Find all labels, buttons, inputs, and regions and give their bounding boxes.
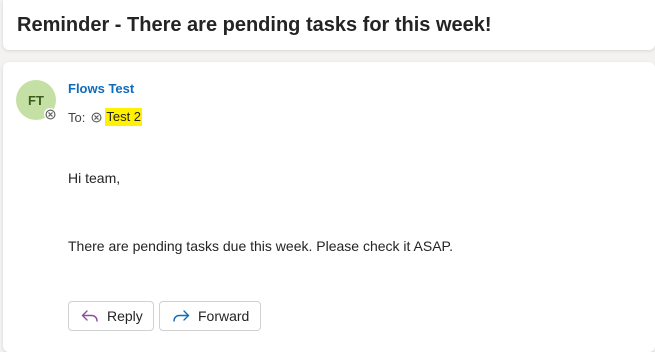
message-card: FT Flows Test To: Test 2 Hi team, There …: [3, 62, 655, 352]
body-text: There are pending tasks due this week. P…: [68, 238, 453, 254]
avatar-initials: FT: [28, 92, 44, 108]
forward-label: Forward: [198, 308, 250, 324]
recipient-status-icon: [91, 111, 103, 123]
to-label: To:: [68, 109, 86, 125]
recipient-chip[interactable]: Test 2: [91, 108, 143, 126]
presence-unknown-icon: [44, 108, 56, 120]
body-greeting: Hi team,: [68, 170, 121, 186]
reply-button[interactable]: Reply: [68, 301, 154, 331]
recipient-name: Test 2: [105, 108, 143, 126]
message-actions: Reply Forward: [68, 301, 261, 331]
reply-label: Reply: [107, 308, 143, 324]
forward-arrow-icon: [172, 309, 190, 323]
sender-name[interactable]: Flows Test: [68, 80, 134, 97]
forward-button[interactable]: Forward: [159, 301, 261, 331]
subject-header: Reminder - There are pending tasks for t…: [3, 0, 655, 50]
reply-arrow-icon: [81, 309, 99, 323]
recipients-line: To: Test 2: [68, 108, 143, 126]
email-subject: Reminder - There are pending tasks for t…: [17, 14, 492, 36]
